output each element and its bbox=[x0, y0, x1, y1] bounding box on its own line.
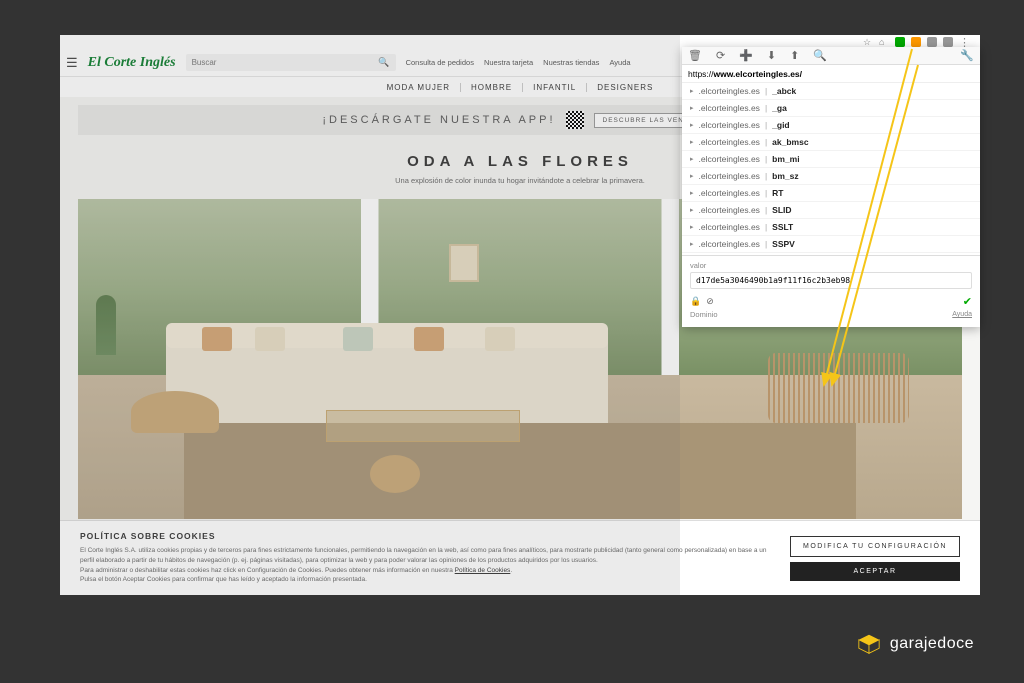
link-pedidos[interactable]: Consulta de pedidos bbox=[406, 58, 474, 67]
cookie-row[interactable]: ▸.elcorteingles.es | SSLT bbox=[682, 219, 980, 236]
extension-icon[interactable] bbox=[911, 37, 921, 47]
cookie-row[interactable]: ▸.elcorteingles.es | SSPV bbox=[682, 236, 980, 253]
banner-text: ¡DESCÁRGATE NUESTRA APP! bbox=[322, 114, 555, 126]
nav-designers[interactable]: DESIGNERS bbox=[587, 83, 663, 92]
site-logo[interactable]: El Corte Inglés bbox=[88, 55, 176, 71]
cookie-title: POLÍTICA SOBRE COOKIES bbox=[80, 531, 770, 541]
extension-icon-3[interactable] bbox=[943, 37, 953, 47]
search-input[interactable] bbox=[192, 58, 379, 67]
cookie-detail: valor d17de5a3046490b1a9f11f16c2b3eb98 🔒… bbox=[682, 255, 980, 324]
ext-url-bar[interactable]: https://www.elcorteingles.es/ bbox=[682, 65, 980, 83]
cookie-editor-ext-icon[interactable] bbox=[895, 37, 905, 47]
nav-hombre[interactable]: HOMBRE bbox=[461, 83, 523, 92]
cookie-row[interactable]: ▸.elcorteingles.es | bm_sz bbox=[682, 168, 980, 185]
extension-icon-2[interactable] bbox=[927, 37, 937, 47]
cookie-policy-link[interactable]: Política de Cookies bbox=[455, 567, 511, 574]
link-tarjeta[interactable]: Nuestra tarjeta bbox=[484, 58, 533, 67]
search-box[interactable]: 🔍 bbox=[186, 54, 396, 71]
cookie-row[interactable]: ▸.elcorteingles.es | _abck bbox=[682, 83, 980, 100]
block-icon[interactable]: ⊘ bbox=[706, 296, 714, 307]
cube-icon bbox=[856, 633, 882, 655]
settings-wrench-icon[interactable]: 🔧 bbox=[960, 49, 974, 62]
ext-toolbar: 🗑 ⟳ ➕ ⬇ ⬆ 🔍 🔧 bbox=[682, 47, 980, 65]
domain-label: Dominio bbox=[690, 310, 718, 319]
nav-moda-mujer[interactable]: MODA MUJER bbox=[377, 83, 461, 92]
home-icon[interactable]: ⌂ bbox=[879, 37, 889, 47]
value-label: valor bbox=[690, 261, 972, 270]
header-links: Consulta de pedidos Nuestra tarjeta Nues… bbox=[406, 58, 631, 67]
help-link[interactable]: Ayuda bbox=[952, 311, 972, 318]
qr-code bbox=[566, 111, 584, 129]
cookie-list[interactable]: ▸.elcorteingles.es | _abck▸.elcorteingle… bbox=[682, 83, 980, 255]
check-icon[interactable]: ✔ bbox=[963, 295, 972, 308]
search-icon[interactable]: 🔍 bbox=[813, 49, 827, 62]
bookmark-icon[interactable]: ☆ bbox=[863, 37, 873, 47]
cookie-config-button[interactable]: MODIFICA TU CONFIGURACIÓN bbox=[790, 536, 960, 557]
cookie-row[interactable]: ▸.elcorteingles.es | bm_mi bbox=[682, 151, 980, 168]
import-icon[interactable]: ⬇ bbox=[767, 49, 776, 62]
cookie-banner: POLÍTICA SOBRE COOKIES El Corte Inglés S… bbox=[60, 520, 980, 595]
cookie-value-field[interactable]: d17de5a3046490b1a9f11f16c2b3eb98 bbox=[690, 272, 972, 289]
export-icon[interactable]: ⬆ bbox=[790, 49, 799, 62]
cookie-accept-button[interactable]: ACEPTAR bbox=[790, 562, 960, 581]
cookie-row[interactable]: ▸.elcorteingles.es | SLID bbox=[682, 202, 980, 219]
search-icon[interactable]: 🔍 bbox=[378, 57, 389, 68]
refresh-icon[interactable]: ⟳ bbox=[716, 49, 725, 62]
add-icon[interactable]: ➕ bbox=[739, 49, 753, 62]
cookie-body-3: Pulsa el botón Aceptar Cookies para conf… bbox=[80, 576, 367, 583]
cookie-editor-popup: 🗑 ⟳ ➕ ⬇ ⬆ 🔍 🔧 https://www.elcorteingles.… bbox=[682, 47, 980, 327]
link-tiendas[interactable]: Nuestras tiendas bbox=[543, 58, 599, 67]
link-ayuda[interactable]: Ayuda bbox=[609, 58, 630, 67]
lock-icon[interactable]: 🔒 bbox=[690, 296, 701, 307]
hamburger-menu-icon[interactable]: ☰ bbox=[66, 55, 78, 71]
cookie-row[interactable]: ▸.elcorteingles.es | RT bbox=[682, 185, 980, 202]
cookie-row[interactable]: ▸.elcorteingles.es | _gid bbox=[682, 117, 980, 134]
watermark-text: garajedoce bbox=[890, 635, 974, 653]
nav-infantil[interactable]: INFANTIL bbox=[523, 83, 587, 92]
watermark: garajedoce bbox=[856, 633, 974, 655]
cookie-body-1: El Corte Inglés S.A. utiliza cookies pro… bbox=[80, 547, 767, 564]
cookie-row[interactable]: ▸.elcorteingles.es | _ga bbox=[682, 100, 980, 117]
delete-icon[interactable]: 🗑 bbox=[688, 49, 702, 62]
cookie-body-2: Para administrar o deshabilitar estas co… bbox=[80, 567, 455, 574]
cookie-row[interactable]: ▸.elcorteingles.es | ak_bmsc bbox=[682, 134, 980, 151]
